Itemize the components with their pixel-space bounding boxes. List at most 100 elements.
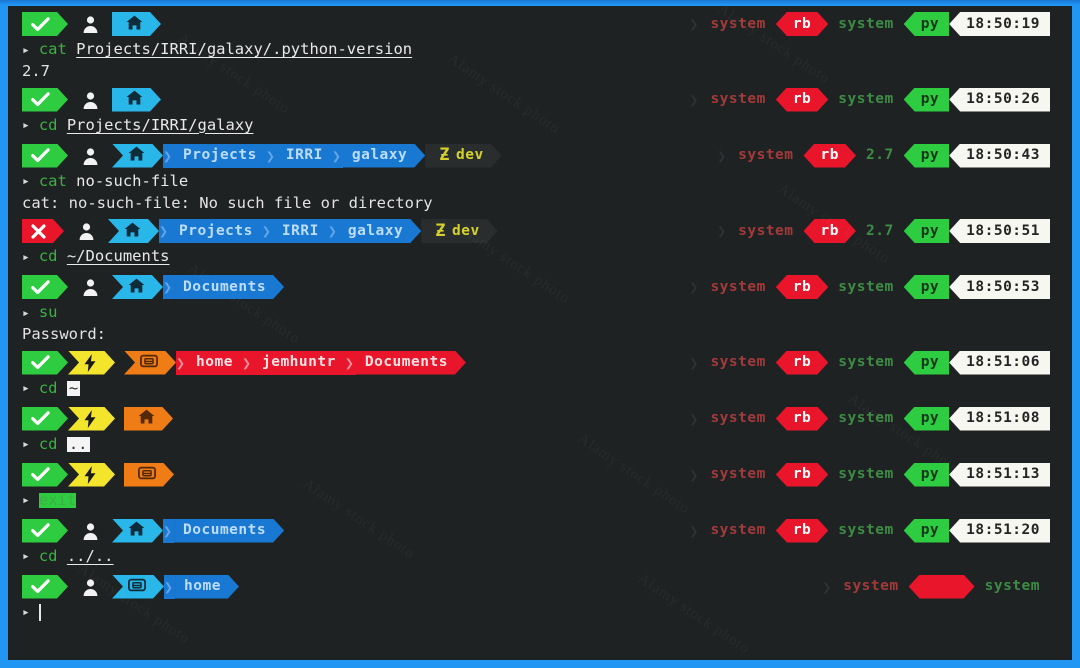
prompt-spacer (64, 219, 73, 243)
command-line[interactable]: ▸ su (22, 301, 58, 325)
prompt-arrow-icon: ▸ (22, 437, 30, 452)
prompt-spacer (103, 519, 112, 543)
path-segment[interactable]: Projects (170, 219, 262, 243)
path-segment[interactable]: Documents (174, 519, 284, 543)
rprompt-ruby-label: system (700, 350, 776, 375)
command-argument: .. (66, 434, 90, 453)
rprompt-rb-badge: rb (776, 88, 828, 112)
command-keyword: cat (38, 171, 67, 190)
path-segment[interactable]: galaxy (343, 144, 425, 168)
path-root-segment[interactable] (108, 219, 159, 243)
rprompt-python-label: system (828, 350, 904, 375)
path-root-segment[interactable] (112, 275, 163, 299)
command-line[interactable]: ▸ cd ../.. (22, 545, 114, 569)
rprompt-python-label: system (828, 87, 904, 112)
rprompt-rb-badge: rb (804, 219, 856, 243)
rprompt-python-label: system (828, 462, 904, 487)
command-keyword: cd (38, 434, 58, 453)
command-line[interactable]: ▸ cd ~/Documents (22, 245, 170, 269)
rprompt-ruby-label: system (700, 87, 776, 112)
user-icon (77, 519, 103, 543)
chevron-right-icon: ❯ (331, 143, 343, 168)
command-line[interactable]: ▸ cat Projects/IRRI/galaxy/.python-versio… (22, 38, 412, 62)
path-segment[interactable]: Documents (356, 351, 466, 375)
user-icon (77, 144, 103, 168)
command-line[interactable]: ▸ cat no-such-file (22, 170, 188, 194)
path-segment[interactable]: Projects (174, 143, 266, 168)
rprompt-leading-chevron: ❯ (689, 465, 699, 484)
rprompt-clock: 18:50:26 (949, 87, 1050, 112)
prompt-spacer (68, 275, 77, 299)
git-branch-segment[interactable]: Ƶdev (421, 219, 497, 243)
path-segment[interactable]: jemhuntr (252, 350, 345, 375)
left-prompt: ❯ Documents (22, 518, 284, 543)
terminal-block: ▸ cd .. ❯ system rb system py 18:51:08 (8, 406, 1072, 463)
command-output: 2.7 (22, 62, 50, 80)
command-line[interactable]: ▸ cd Projects/IRRI/galaxy (22, 114, 253, 138)
path-segment[interactable]: Documents (174, 275, 284, 299)
path-root-segment[interactable] (124, 407, 173, 431)
status-badge-ok (22, 407, 68, 431)
left-prompt: ❯ home ❯ jemhuntr ❯ Documents (22, 350, 466, 375)
path-root-segment[interactable] (112, 88, 161, 112)
root-badge (68, 351, 115, 375)
home-icon (128, 146, 145, 165)
chevron-right-icon: ❯ (265, 143, 277, 168)
command-line[interactable]: ▸ cd .. (22, 433, 90, 457)
rprompt-leading-chevron: ❯ (689, 409, 699, 428)
rprompt-leading-chevron: ❯ (717, 222, 727, 240)
left-prompt: ❯ home (22, 574, 239, 599)
command-argument: ../.. (66, 546, 114, 565)
rprompt-py-badge: py (903, 219, 950, 243)
user-icon (77, 575, 103, 599)
command-keyword: cd (38, 247, 58, 266)
path-segment[interactable]: home (187, 350, 242, 375)
path-segment[interactable]: IRRI (272, 219, 328, 243)
command-line[interactable]: ▸ exit (22, 489, 77, 513)
rprompt-py-badge: py (903, 406, 950, 431)
command-line[interactable]: ▸ cd ~ (22, 377, 81, 401)
chevron-right-icon: ❯ (164, 574, 176, 599)
rprompt-leading-chevron: ❯ (717, 146, 727, 165)
path-root-segment[interactable] (112, 575, 164, 599)
chevron-right-icon: ❯ (241, 350, 253, 375)
home-icon (128, 278, 145, 297)
chevron-right-icon: ❯ (163, 275, 175, 299)
rprompt-ruby-label: system (700, 275, 776, 299)
rprompt-clock: 18:51:08 (949, 406, 1050, 431)
rprompt-clock: 18:50:19 (949, 12, 1050, 36)
rprompt-py-badge: py (903, 143, 950, 168)
prompt-spacer (103, 12, 112, 36)
prompt-arrow-icon: ▸ (22, 118, 30, 133)
user-icon (73, 219, 99, 243)
chevron-right-icon: ❯ (261, 219, 273, 243)
command-argument: ~ (66, 378, 81, 397)
chevron-right-icon: ❯ (163, 143, 175, 168)
command-keyword: cd (38, 546, 58, 565)
path-root-segment[interactable] (112, 12, 161, 36)
path-root-segment[interactable] (124, 351, 176, 375)
rprompt-leading-chevron: ❯ (689, 278, 699, 296)
rprompt-ruby-label: system (700, 12, 776, 36)
rprompt-py-badge: py (903, 12, 950, 36)
path-segment[interactable]: home (175, 575, 239, 599)
path-segment[interactable]: IRRI (276, 143, 332, 168)
path-root-segment[interactable] (112, 519, 163, 543)
prompt-spacer (103, 275, 112, 299)
path-root-segment[interactable] (124, 463, 174, 487)
git-branch-segment[interactable]: Ƶdev (425, 144, 501, 168)
left-prompt: ❯ Projects ❯ IRRI ❯ galaxy Ƶdev (22, 143, 502, 168)
command-line[interactable]: ▸ (22, 601, 41, 625)
command-output: Password: (22, 325, 106, 343)
right-prompt: ❯ system rb 2.7 py 18:50:51 (717, 219, 1050, 243)
prompt-spacer (68, 519, 77, 543)
right-prompt: ❯ system rb system py 18:50:53 (689, 275, 1050, 299)
command-argument: Projects/IRRI/galaxy/.python-version (76, 40, 413, 59)
path-root-segment[interactable] (112, 144, 163, 168)
rprompt-rb-badge: rb (776, 12, 828, 36)
rprompt-rb-badge: rb (776, 519, 828, 543)
path-segment[interactable]: galaxy (339, 219, 421, 243)
prompt-spacer (68, 144, 77, 168)
terminal-canvas[interactable]: Alamy stock photoAlamy stock photoAlamy … (8, 6, 1072, 660)
root-badge (68, 407, 115, 431)
